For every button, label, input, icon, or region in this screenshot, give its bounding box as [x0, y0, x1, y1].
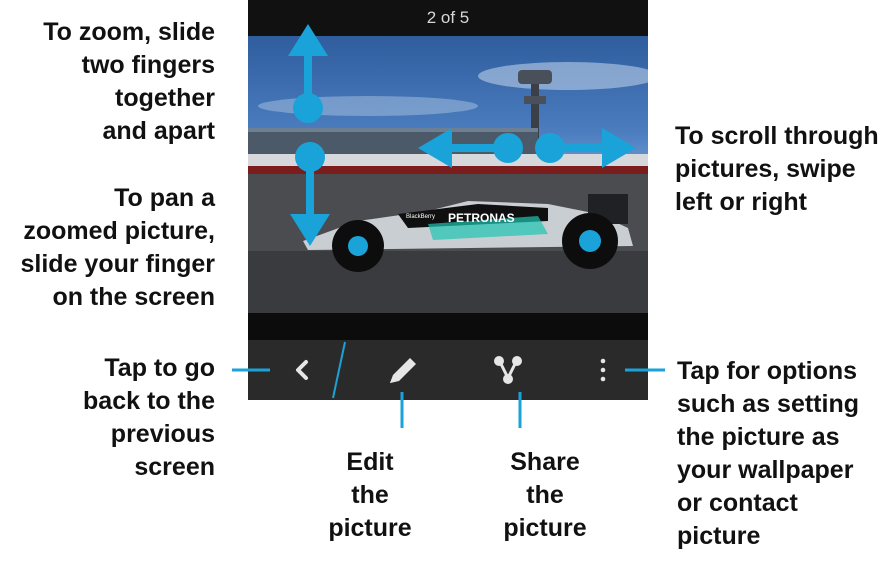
top-bar: 2 of 5 — [248, 0, 648, 38]
scroll-annotation: To scroll through pictures, swipe left o… — [675, 122, 879, 216]
back-button[interactable] — [278, 348, 323, 392]
picture-viewer-screen: 2 of 5 PETRONAS BlackBerry — [248, 0, 648, 400]
pan-annotation: To pan a zoomed picture, slide your fing… — [20, 184, 215, 311]
action-bar — [248, 340, 648, 400]
zoom-annotation: To zoom, slide two fingers together and … — [43, 18, 215, 145]
options-annotation: Tap for options such as setting the pict… — [677, 357, 859, 550]
picture[interactable]: PETRONAS BlackBerry — [248, 36, 648, 313]
action-bar-icons — [278, 341, 618, 399]
sponsor-small-logo: BlackBerry — [406, 214, 435, 220]
race-car-photo: PETRONAS BlackBerry — [248, 62, 648, 313]
back-annotation: Tap to go back to the previous screen — [83, 354, 215, 481]
picture-counter: 2 of 5 — [426, 8, 470, 27]
share-button[interactable] — [488, 348, 533, 392]
sponsor-logo: PETRONAS — [448, 211, 515, 225]
letterbox — [248, 313, 648, 340]
edit-annotation: Edit the picture — [328, 448, 412, 542]
more-options-button[interactable] — [588, 348, 618, 392]
share-annotation: Share the picture — [503, 448, 587, 542]
overflow-menu-icon — [600, 358, 606, 382]
edit-button[interactable] — [378, 348, 423, 392]
